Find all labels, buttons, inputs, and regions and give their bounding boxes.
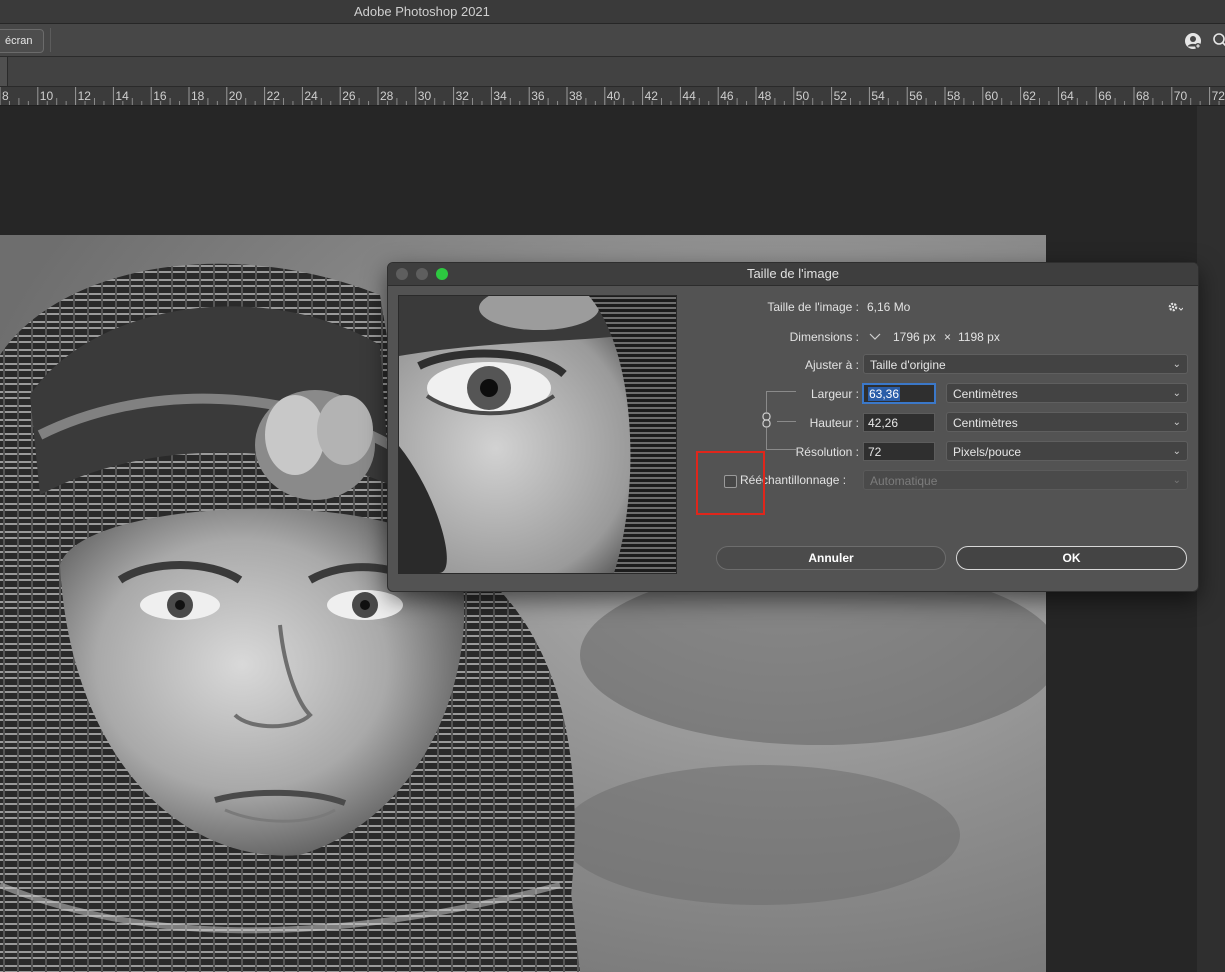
ruler-label: 58 [947,89,961,103]
resample-method-value: Automatique [870,474,938,488]
ruler-label: 36 [531,89,545,103]
ruler-label: 34 [493,89,507,103]
dimensions-times: × [944,330,952,344]
ruler-label: 24 [304,89,318,103]
ruler-label: 38 [569,89,583,103]
app-titlebar: Adobe Photoshop 2021 [0,0,1225,24]
highlight-annotation [696,451,765,515]
ruler-label: 60 [985,89,999,103]
ruler-label: 42 [645,89,659,103]
ruler-label: 26 [342,89,356,103]
ruler-label: 56 [909,89,923,103]
document-tab[interactable] [0,57,8,86]
ruler-label: 14 [115,89,129,103]
image-size-value: 6,16 Mo [867,300,911,314]
ruler-label: 28 [380,89,394,103]
ruler-label: 68 [1136,89,1150,103]
ruler-label: 22 [267,89,281,103]
ruler-graphic: 8 10 12 14 16 18 20 22 24 26 28 30 32 34 36 38 40 42 44 46 4… [0,87,1225,105]
close-window-button[interactable] [396,268,408,280]
width-unit-select[interactable]: Centimètres ⌄ [946,383,1188,403]
fit-to-value: Taille d'origine [870,358,946,372]
ruler-label: 12 [78,89,92,103]
preview-photo [399,296,676,573]
fit-to-select[interactable]: Taille d'origine ⌄ [863,354,1188,374]
image-size-label: Taille de l'image : [767,300,859,314]
image-preview[interactable] [398,295,677,574]
chevron-down-icon: ⌄ [1172,446,1181,457]
ok-button[interactable]: OK [956,546,1187,570]
ruler-label: 64 [1060,89,1074,103]
resolution-unit-select[interactable]: Pixels/pouce ⌄ [946,441,1188,461]
resolution-unit-value: Pixels/pouce [953,445,1022,459]
options-bar: écran [0,24,1225,57]
minimize-window-button[interactable] [416,268,428,280]
width-label: Largeur : [810,387,859,401]
dimensions-label: Dimensions : [789,330,859,344]
ruler-label: 46 [720,89,734,103]
chevron-down-icon: ⌄ [1172,359,1181,370]
fit-screen-button[interactable]: écran [0,29,44,53]
ruler-label: 72 [1212,89,1225,103]
options-separator [50,28,51,52]
gear-icon[interactable] [1167,300,1183,314]
ruler-label: 40 [607,89,621,103]
ruler-label: 18 [191,89,205,103]
panel-edge [1197,106,1225,972]
width-input[interactable]: 63,36 [863,384,935,403]
chevron-down-icon: ⌄ [1172,388,1181,399]
dialog-title: Taille de l'image [746,266,840,281]
user-icon[interactable] [1184,32,1202,50]
height-input[interactable]: 42,26 [863,413,935,432]
ruler-label: 54 [871,89,885,103]
image-size-dialog: Taille de l'image Taille de l'image: 6,… [387,262,1199,592]
dialog-titlebar: Taille de l'image [388,263,1198,286]
height-unit-value: Centimètres [953,416,1018,430]
height-value: 42,26 [868,416,899,430]
ruler-label: 30 [418,89,432,103]
app-title: Adobe Photoshop 2021 [354,4,490,19]
resample-method-select[interactable]: Automatique ⌄ [863,470,1188,490]
zoom-window-button[interactable] [436,268,448,280]
ruler-label: 48 [758,89,772,103]
ruler-label: 8 [2,89,9,103]
dimensions-width: 1796 px [893,330,936,344]
ruler-label: 62 [1023,89,1037,103]
height-unit-select[interactable]: Centimètres ⌄ [946,412,1188,432]
horizontal-ruler: 8 10 12 14 16 18 20 22 24 26 28 30 32 34 36 38 40 42 44 46 4… [0,87,1225,106]
resolution-value: 72 [868,445,882,459]
fit-to-label: Ajuster à : [804,358,859,372]
cancel-button[interactable]: Annuler [716,546,946,570]
ruler-label: 52 [834,89,848,103]
ruler-label: 10 [40,89,54,103]
height-label: Hauteur : [809,416,859,430]
ruler-label: 32 [456,89,470,103]
ruler-label: 44 [682,89,696,103]
resolution-input[interactable]: 72 [863,442,935,461]
width-value: 63,36 [868,387,901,401]
chevron-down-icon: ⌄ [1172,417,1181,428]
ruler-label: 16 [153,89,167,103]
width-unit-value: Centimètres [953,387,1018,401]
ruler-label: 70 [1174,89,1188,103]
search-icon[interactable] [1212,32,1225,48]
document-tab-strip [0,57,1225,87]
ruler-label: 66 [1098,89,1112,103]
chevron-down-icon[interactable] [868,331,882,343]
ruler-label: 20 [229,89,243,103]
chevron-down-icon: ⌄ [1172,475,1181,486]
dimensions-height: 1198 px [958,330,1000,344]
ruler-label: 50 [796,89,810,103]
